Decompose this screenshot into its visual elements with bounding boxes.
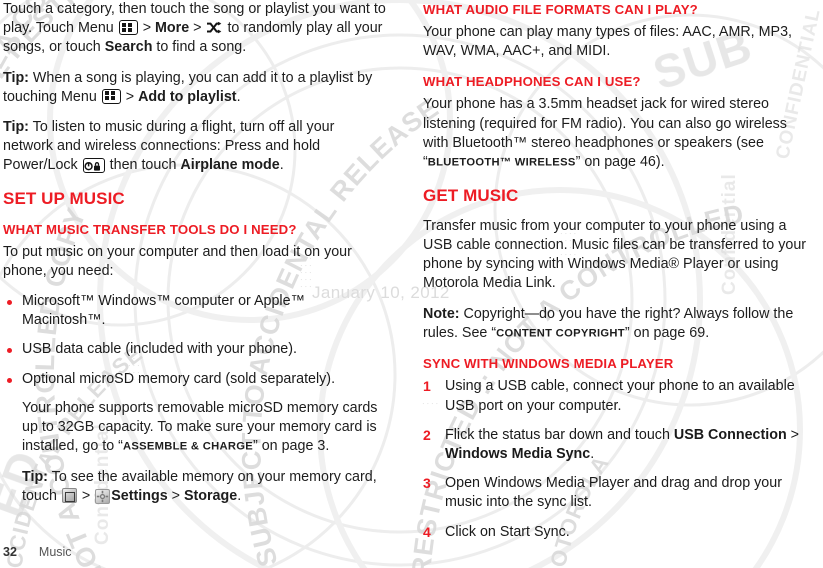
tip-bold-label: Airplane mode	[180, 157, 280, 174]
subheading-sync-windows-media-player: SYNC WITH WINDOWS MEDIA PLAYER	[423, 356, 674, 372]
cross-reference-assemble-charge: Assemble & charge	[122, 440, 253, 453]
app-launcher-icon	[61, 488, 77, 504]
sync-steps-list: 1 Using a USB cable, connect your phone t…	[423, 377, 808, 541]
windows-media-sync-label: Windows Media Sync	[445, 446, 591, 463]
copyright-note: Note: Copyright—do you have the right? A…	[423, 305, 808, 344]
intro-text-e: to find a song.	[152, 39, 247, 56]
step-number: 3	[423, 475, 431, 492]
headphones-text-b: ” on page 46).	[575, 154, 665, 171]
requirements-list: Microsoft™ Windows™ computer or Apple™ M…	[3, 292, 388, 389]
tip-bold-label: Add to playlist	[138, 88, 237, 105]
menu-grid-icon	[101, 88, 121, 104]
step-number: 4	[423, 523, 431, 540]
intro-text-b: >	[138, 20, 156, 37]
step-number: 2	[423, 426, 431, 443]
settings-label: Settings	[111, 488, 168, 505]
right-column: WHAT AUDIO FILE FORMATS CAN I PLAY? Your…	[423, 0, 808, 552]
step-number: 1	[423, 378, 431, 395]
list-item: 4 Click on Start Sync.	[423, 523, 808, 542]
step-text: Click on Start Sync.	[445, 523, 570, 540]
list-item: USB data cable (included with your phone…	[3, 340, 388, 359]
tip-label: Tip:	[22, 468, 48, 485]
intro-search-label: Search	[104, 39, 153, 56]
menu-grid-icon	[118, 20, 138, 36]
need-intro-paragraph: To put music on your computer and then l…	[3, 243, 352, 279]
tip-text-c: .	[279, 157, 284, 174]
step-text: Using a USB cable, connect your phone to…	[445, 378, 795, 414]
audio-formats-paragraph: Your phone can play many types of files:…	[423, 24, 792, 60]
microsd-text-b: ” on page 3.	[252, 438, 330, 455]
section-heading-get-music: GET MUSIC	[423, 185, 519, 205]
microsd-note-paragraph: Your phone supports removable microSD me…	[22, 399, 388, 457]
list-item: 2 Flick the status bar down and touch USB…	[423, 426, 808, 464]
page-number: 32	[3, 545, 17, 559]
step-text-end: .	[590, 446, 595, 463]
intro-text-c: >	[189, 20, 206, 37]
subheading-audio-formats: WHAT AUDIO FILE FORMATS CAN I PLAY?	[423, 2, 698, 17]
subheading-headphones: WHAT HEADPHONES CAN I USE?	[423, 74, 641, 90]
tip-label: Tip:	[3, 69, 29, 86]
tip-storage: Tip: To see the available memory on your…	[22, 468, 388, 506]
tip-playlist: Tip: When a song is playing, you can add…	[3, 69, 388, 107]
tip-label: Tip:	[3, 119, 29, 136]
footer-section-label: Music	[38, 545, 72, 559]
tip-text-d: .	[237, 488, 242, 505]
list-item: Optional microSD memory card (sold separ…	[3, 370, 388, 389]
cross-reference-bluetooth-wireless: Bluetooth™ wireless	[427, 156, 576, 169]
tip-text-b: >	[77, 488, 95, 505]
page-footer: 32 Music	[3, 545, 72, 559]
step-text-mid: >	[786, 426, 800, 443]
list-item: 1 Using a USB cable, connect your phone t…	[423, 377, 808, 415]
step-text: Flick the status bar down and touch	[445, 426, 674, 443]
storage-label: Storage	[183, 488, 238, 505]
get-music-paragraph: Transfer music from your computer to you…	[423, 217, 807, 292]
tip-text-c: .	[236, 88, 241, 105]
note-text-b: ” on page 69.	[624, 324, 710, 341]
tip-text-b: >	[121, 88, 139, 105]
tip-text-b: then touch	[105, 157, 181, 174]
list-item: 3 Open Windows Media Player and drag and …	[423, 474, 808, 512]
intro-paragraph: Touch a category, then touch the song or…	[3, 0, 388, 58]
settings-gear-icon	[95, 489, 111, 505]
headphones-paragraph: Your phone has a 3.5mm headset jack for …	[423, 95, 808, 172]
section-heading-set-up-music: SET UP MUSIC	[3, 188, 125, 208]
tip-text-c: >	[167, 488, 184, 505]
step-text: Open Windows Media Player and drag and d…	[445, 475, 782, 511]
intro-more-label: More	[155, 20, 190, 37]
note-label: Note:	[423, 305, 460, 322]
power-lock-icon	[82, 158, 105, 174]
subheading-transfer-tools: WHAT MUSIC TRANSFER TOOLS DO I NEED?	[3, 221, 297, 237]
left-column: Touch a category, then touch the song or…	[3, 0, 388, 517]
tip-airplane-mode: Tip: To listen to music during a flight,…	[3, 118, 388, 176]
cross-reference-content-copyright: Content Copyright	[496, 327, 625, 340]
usb-connection-label: USB Connection	[673, 426, 787, 443]
list-item: Microsoft™ Windows™ computer or Apple™ M…	[3, 292, 388, 330]
shuffle-icon	[207, 21, 222, 34]
